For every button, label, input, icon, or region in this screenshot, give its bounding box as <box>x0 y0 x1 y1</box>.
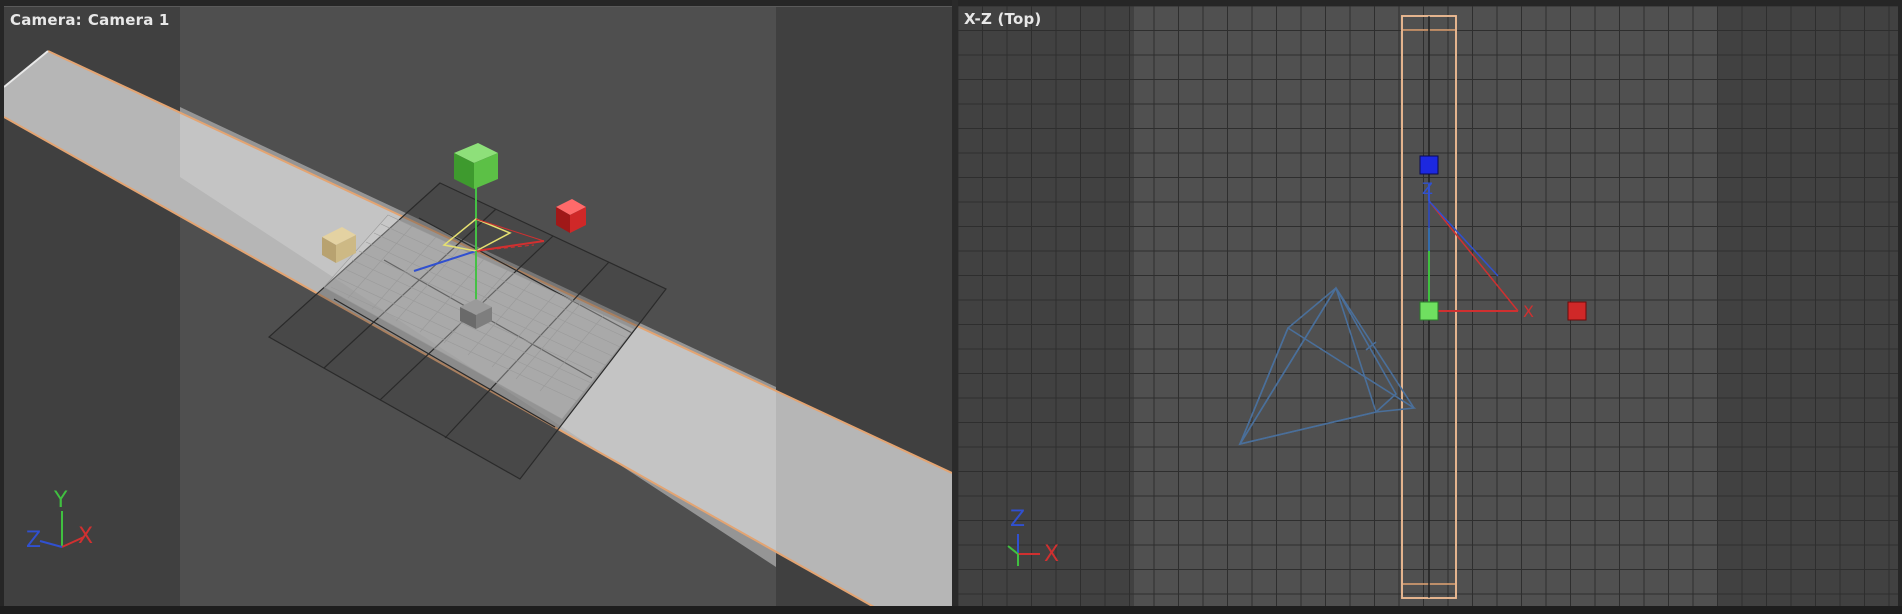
axis-label-y: Y <box>53 488 68 513</box>
top-viewport[interactable]: X-Z (Top) X Z Z X <box>958 6 1898 606</box>
green-cube-top[interactable] <box>1419 301 1439 321</box>
axis-label-z: Z <box>1010 507 1025 532</box>
axis-label-x: X <box>1044 542 1059 567</box>
viewport-title-camera-name: Camera 1 <box>87 11 170 29</box>
camera-scene[interactable]: Y X Z <box>4 7 952 607</box>
blue-cube-top[interactable] <box>1419 155 1439 175</box>
top-scene[interactable]: X Z Z X <box>958 6 1898 606</box>
camera-viewport[interactable]: Camera: Camera 1 Y X Z <box>4 6 952 607</box>
viewport-title[interactable]: Camera: Camera 1 <box>10 11 170 29</box>
status-bar <box>0 606 1902 614</box>
viewport-title[interactable]: X-Z (Top) <box>964 10 1041 28</box>
gizmo-label-x: X <box>1523 302 1534 321</box>
app-frame: Camera: Camera 1 Y X Z X-Z (Top) X Z Z X <box>0 0 1902 614</box>
viewport-title-label: Camera: <box>10 11 82 29</box>
gizmo-label-z: Z <box>1422 179 1433 198</box>
safe-frame-band-left <box>958 6 1134 606</box>
red-cube-top[interactable] <box>1567 301 1587 321</box>
safe-frame-band-right <box>1718 6 1898 606</box>
axis-label-z: Z <box>26 528 41 553</box>
axis-label-x: X <box>78 524 93 549</box>
